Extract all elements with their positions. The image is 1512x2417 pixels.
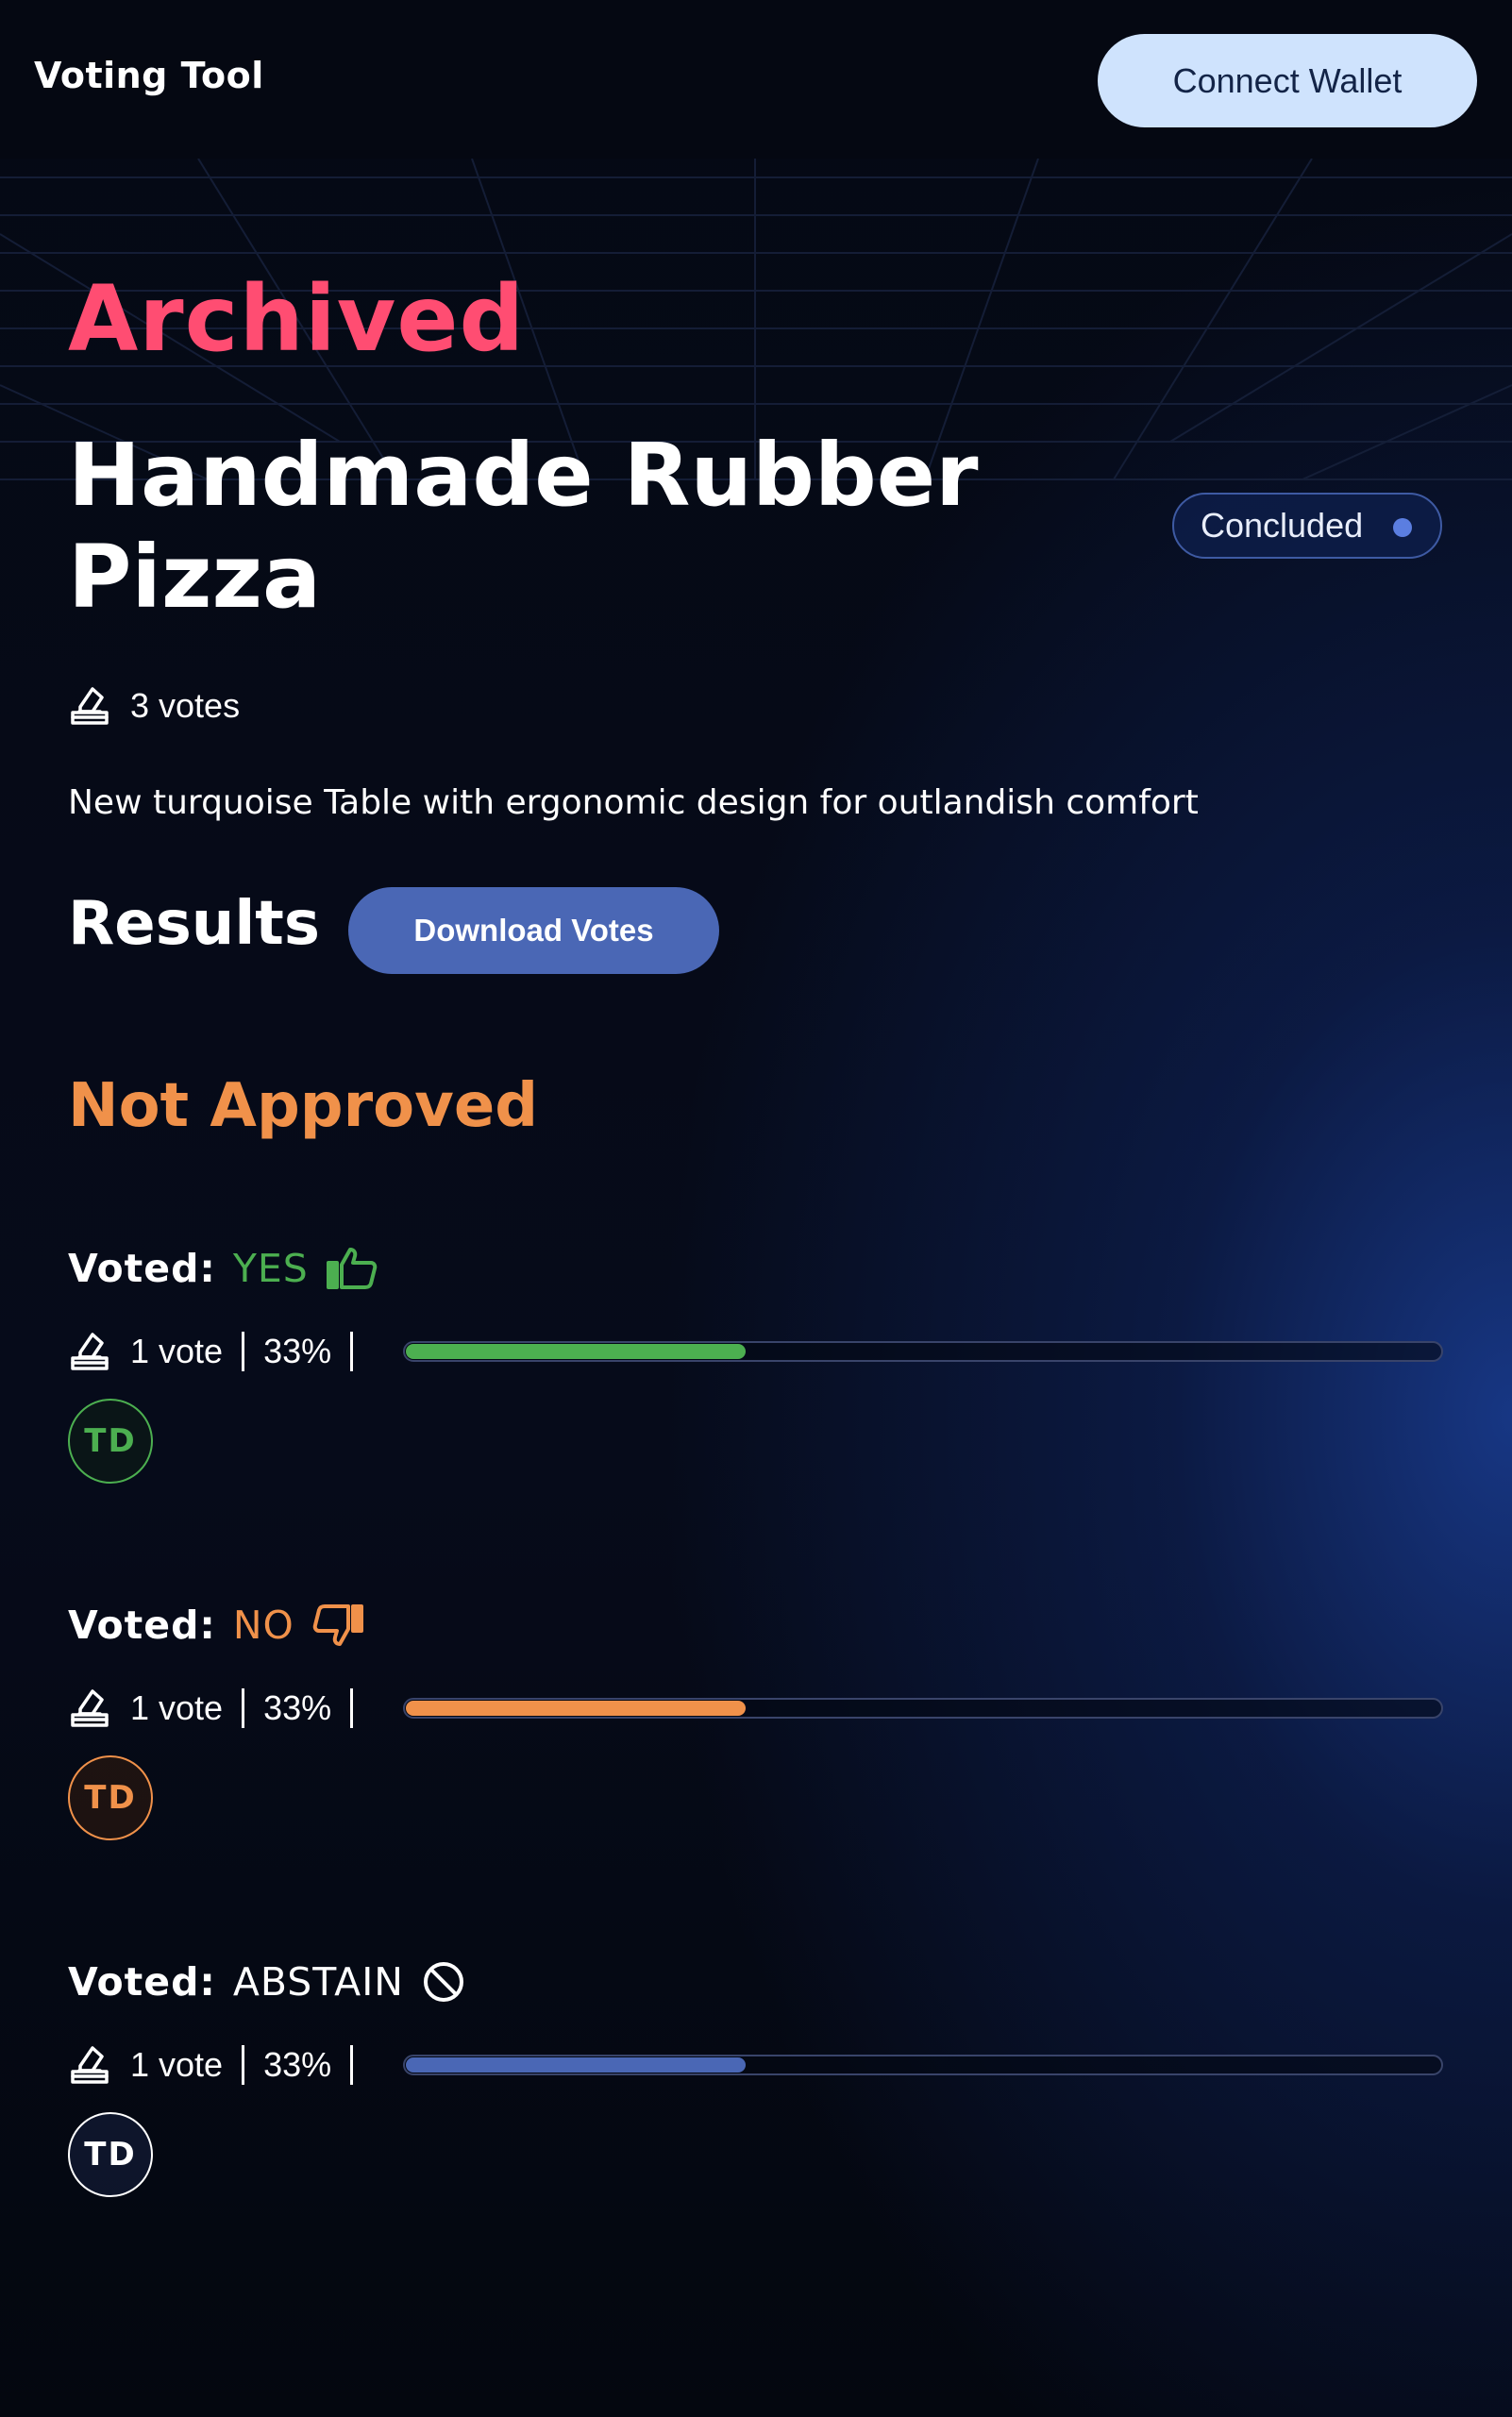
divider	[242, 1688, 245, 1728]
divider	[242, 2045, 245, 2085]
results-heading: Results	[68, 889, 320, 959]
outcome-label: Not Approved	[68, 1071, 539, 1141]
voted-row: Voted: YES	[68, 1238, 378, 1299]
vote-count: 1 vote	[130, 1688, 224, 1727]
voted-label: Voted:	[68, 1246, 216, 1291]
vote-stats: 1 vote 33%	[68, 1680, 1446, 1737]
proposal-title: Handmade Rubber Pizza	[68, 425, 979, 628]
total-votes: 3 votes	[68, 680, 240, 732]
progress-fill	[406, 1701, 747, 1716]
status-badge: Concluded	[1172, 493, 1442, 559]
ballot-box-icon	[71, 1689, 109, 1727]
divider	[350, 2045, 354, 2085]
vote-option-no: Voted: NO 1 vote 33% TD	[68, 1595, 1446, 1935]
vote-stats: 1 vote 33%	[68, 1323, 1446, 1380]
vote-percent: 33%	[263, 1688, 332, 1727]
voted-row: Voted: ABSTAIN	[68, 1952, 466, 2012]
thumbs-down-icon	[312, 1604, 363, 1646]
top-bar: Voting Tool Connect Wallet	[0, 0, 1512, 159]
ballot-box-icon	[71, 2046, 109, 2084]
connect-wallet-button[interactable]: Connect Wallet	[1098, 34, 1477, 127]
proposal-description: New turquoise Table with ergonomic desig…	[68, 783, 1199, 822]
thumbs-up-icon	[326, 1248, 378, 1289]
vote-choice: ABSTAIN	[232, 1959, 404, 2005]
voted-label: Voted:	[68, 1959, 216, 2005]
divider	[350, 1688, 354, 1728]
progress-fill	[406, 2057, 747, 2073]
vote-percent: 33%	[263, 2045, 332, 2084]
vote-count: 1 vote	[130, 2045, 224, 2084]
progress-bar	[403, 2055, 1443, 2075]
app-title: Voting Tool	[34, 55, 264, 96]
status-dot	[1393, 518, 1412, 537]
voter-avatar[interactable]: TD	[68, 1399, 153, 1484]
ballot-box-icon	[71, 687, 109, 725]
abstain-icon	[423, 1962, 463, 2002]
vote-count: 1 vote	[130, 1332, 224, 1370]
voter-avatar[interactable]: TD	[68, 1755, 153, 1840]
vote-choice: NO	[232, 1603, 294, 1648]
progress-fill	[406, 1344, 747, 1359]
total-votes-count: 3 votes	[130, 686, 241, 725]
vote-stats: 1 vote 33%	[68, 2037, 1446, 2093]
vote-option-yes: Voted: YES 1 vote 33% TD	[68, 1238, 1446, 1578]
progress-bar	[403, 1698, 1443, 1719]
download-votes-button[interactable]: Download Votes	[348, 887, 719, 974]
vote-choice: YES	[232, 1246, 309, 1291]
divider	[242, 1332, 245, 1371]
progress-bar	[403, 1341, 1443, 1362]
voting-page: Voting Tool Connect Wallet Archived Hand…	[0, 0, 1512, 2417]
voted-label: Voted:	[68, 1603, 216, 1648]
status-badge-label: Concluded	[1201, 506, 1364, 545]
archived-label: Archived	[68, 266, 526, 372]
voter-avatar[interactable]: TD	[68, 2112, 153, 2197]
ballot-box-icon	[71, 1333, 109, 1370]
voted-row: Voted: NO	[68, 1595, 364, 1655]
vote-option-abstain: Voted: ABSTAIN 1 vote 33% TD	[68, 1952, 1446, 2291]
vote-percent: 33%	[263, 1332, 332, 1370]
divider	[350, 1332, 354, 1371]
